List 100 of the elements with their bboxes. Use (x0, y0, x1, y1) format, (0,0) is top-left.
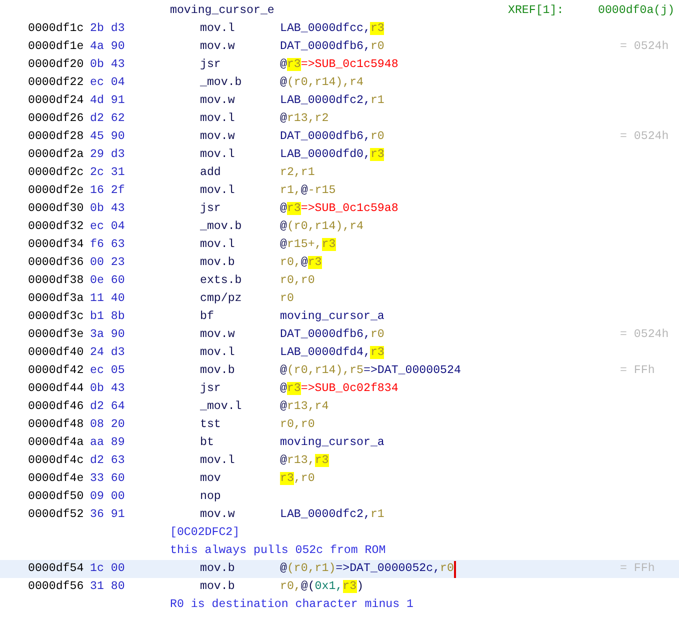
address: 0000df4c (28, 453, 85, 469)
mnemonic: mov.w (200, 93, 236, 109)
instruction-bytes: d2 62 (90, 111, 126, 127)
operand-text: r0,r0 (280, 417, 315, 433)
mnemonic: mov.b (200, 363, 236, 379)
mnemonic: mov.b (200, 255, 236, 271)
mnemonic: mov.l (200, 345, 236, 361)
operand-text: @(r0,r14),r4 (280, 75, 364, 91)
mnemonic: add (200, 165, 222, 181)
instruction-bytes: 0b 43 (90, 57, 126, 73)
mnemonic: mov.b (200, 561, 236, 577)
operand-text: @r3=>SUB_0c02f834 (280, 381, 398, 397)
mnemonic: _mov.b (200, 75, 243, 91)
value-comment: = 0524h (620, 129, 669, 145)
mnemonic: mov.w (200, 129, 236, 145)
instruction-bytes: ec 04 (90, 75, 126, 91)
mnemonic: mov.l (200, 111, 236, 127)
address: 0000df38 (28, 273, 85, 289)
mnemonic: jsr (200, 57, 222, 73)
address: 0000df3c (28, 309, 85, 325)
instruction-bytes: 08 20 (90, 417, 126, 433)
instruction-bytes: ec 04 (90, 219, 126, 235)
instruction-bytes: d2 63 (90, 453, 126, 469)
address: 0000df22 (28, 75, 85, 91)
operand-text: r0,@r3 (280, 255, 322, 271)
code-comment: [0C02DFC2] (170, 525, 240, 541)
operand-text: r2,r1 (280, 165, 315, 181)
operand-text: LAB_0000dfd0,r3 (280, 147, 384, 163)
instruction-bytes: 1c 00 (90, 561, 126, 577)
mnemonic: mov.w (200, 507, 236, 523)
instruction-bytes: f6 63 (90, 237, 126, 253)
operand-text: DAT_0000dfb6,r0 (280, 327, 384, 343)
operand-text: LAB_0000dfd4,r3 (280, 345, 384, 361)
instruction-bytes: 33 60 (90, 471, 126, 487)
address: 0000df20 (28, 57, 85, 73)
value-comment: = 0524h (620, 327, 669, 343)
address: 0000df1e (28, 39, 85, 55)
mnemonic: mov (200, 471, 222, 487)
address: 0000df42 (28, 363, 85, 379)
operand-text: LAB_0000dfc2,r1 (280, 507, 384, 523)
address: 0000df24 (28, 93, 85, 109)
mnemonic: mov.l (200, 183, 236, 199)
value-comment: = FFh (620, 363, 655, 379)
address: 0000df1c (28, 21, 85, 37)
mnemonic: exts.b (200, 273, 243, 289)
label-name: moving_cursor_e (170, 3, 276, 19)
instruction-bytes: 2c 31 (90, 165, 126, 181)
operand-text: @r13,r2 (280, 111, 329, 127)
operand-text: r0,r0 (280, 273, 315, 289)
address: 0000df48 (28, 417, 85, 433)
instruction-bytes: aa 89 (90, 435, 126, 451)
operand-text: @r13,r4 (280, 399, 329, 415)
selected-row[interactable]: 0000df54 1c 00 mov.b @(r0,r1)=>DAT_0000052c,r0 = FFh (0, 560, 679, 578)
address: 0000df28 (28, 129, 85, 145)
address: 0000df26 (28, 111, 85, 127)
mnemonic: tst (200, 417, 222, 433)
mnemonic: jsr (200, 381, 222, 397)
operand-text: r0 (280, 291, 294, 307)
instruction-bytes: 0b 43 (90, 381, 126, 397)
operand-text: r0,@(0x1,r3) (280, 579, 364, 595)
mnemonic: _mov.b (200, 219, 243, 235)
instruction-bytes: 3a 90 (90, 327, 126, 343)
instruction-bytes: 16 2f (90, 183, 126, 199)
instruction-bytes: ec 05 (90, 363, 126, 379)
operand-text: r3,r0 (280, 471, 315, 487)
instruction-bytes: 0b 43 (90, 201, 126, 217)
operand-text: r1,@-r15 (280, 183, 336, 199)
operand-text: DAT_0000dfb6,r0 (280, 129, 384, 145)
address: 0000df52 (28, 507, 85, 523)
address: 0000df50 (28, 489, 85, 505)
operand-text: DAT_0000dfb6,r0 (280, 39, 384, 55)
xref-address[interactable]: 0000df0a(j) (598, 2, 675, 20)
instruction-bytes: 4a 90 (90, 39, 126, 55)
operand-text: @(r0,r14),r4 (280, 219, 364, 235)
instruction-bytes: 24 d3 (90, 345, 126, 361)
mnemonic: mov.l (200, 453, 236, 469)
operand-text: moving_cursor_a (280, 309, 384, 325)
address: 0000df40 (28, 345, 85, 361)
xref-label: XREF[1]: (508, 3, 565, 19)
mnemonic: cmp/pz (200, 291, 243, 307)
code-comment: this always pulls 052c from ROM (170, 543, 386, 559)
value-comment: = FFh (620, 561, 655, 577)
operand-text: @r13,r3 (280, 453, 329, 469)
operand-text: @r15+,r3 (280, 237, 336, 253)
address: 0000df32 (28, 219, 85, 235)
address: 0000df46 (28, 399, 85, 415)
instruction-bytes: d2 64 (90, 399, 126, 415)
operand-text: LAB_0000dfc2,r1 (280, 93, 384, 109)
instruction-bytes: 45 90 (90, 129, 126, 145)
mnemonic: _mov.l (200, 399, 243, 415)
mnemonic: mov.l (200, 237, 236, 253)
address: 0000df36 (28, 255, 85, 271)
operand-text: @r3=>SUB_0c1c5948 (280, 57, 398, 73)
address: 0000df3a (28, 291, 85, 307)
address: 0000df54 (28, 561, 85, 577)
operand-text: @r3=>SUB_0c1c59a8 (280, 201, 398, 217)
address: 0000df2c (28, 165, 85, 181)
instruction-bytes: 2b d3 (90, 21, 126, 37)
mnemonic: bf (200, 309, 215, 325)
mnemonic: mov.l (200, 147, 236, 163)
